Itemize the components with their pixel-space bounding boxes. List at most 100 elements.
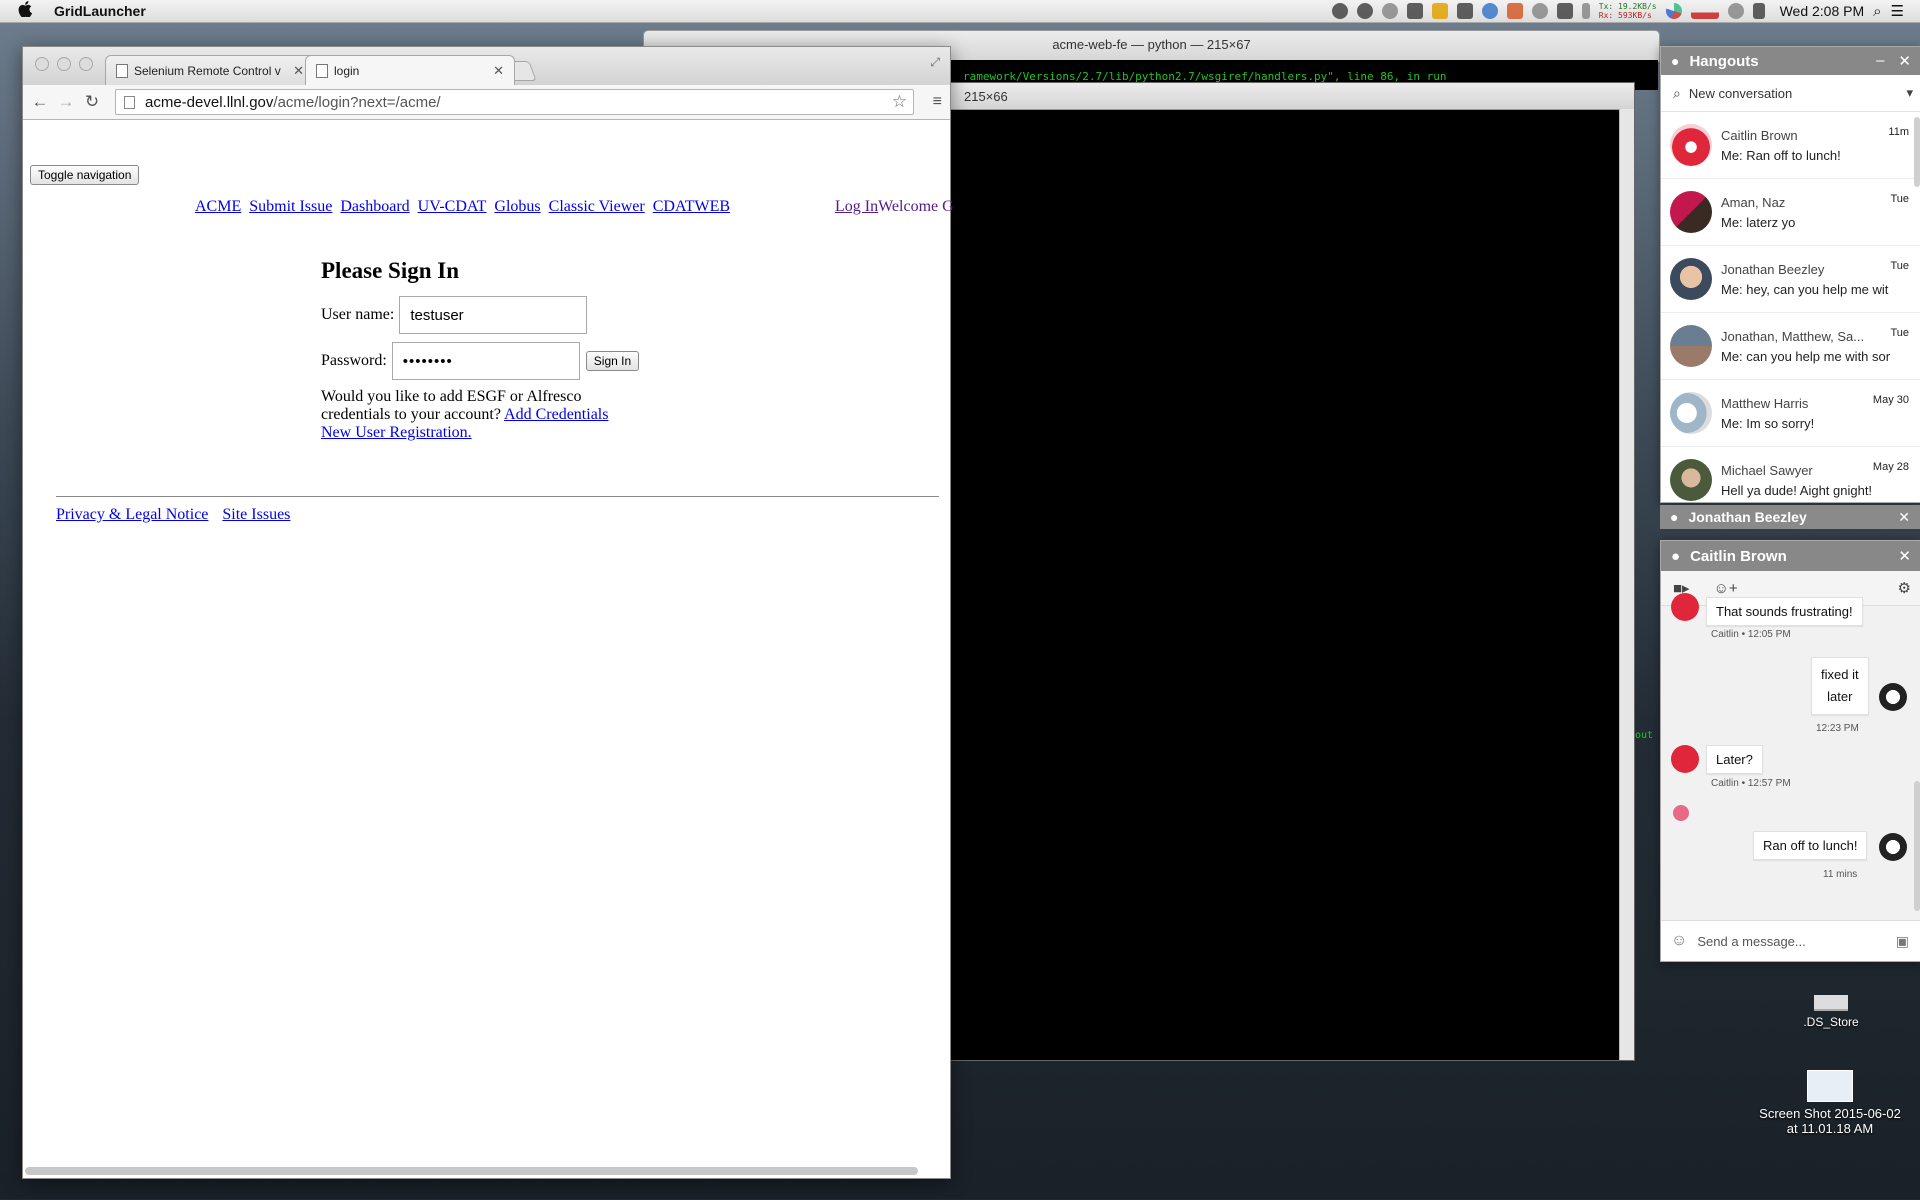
conversation-item[interactable]: Matthew Harris Me: Im so sorry! May 30	[1661, 380, 1920, 447]
nav-link-globus[interactable]: Globus	[494, 198, 540, 215]
chat-title: Caitlin Brown	[1690, 547, 1787, 565]
toggle-navigation-button[interactable]: Toggle navigation	[30, 165, 140, 185]
gear-icon[interactable]: ⚙	[1898, 579, 1911, 597]
nav-link-acme[interactable]: ACME	[195, 198, 241, 215]
nav-link-cdatweb[interactable]: CDATWEB	[653, 198, 730, 215]
add-person-icon[interactable]: ☺+	[1714, 580, 1738, 597]
password-input[interactable]	[391, 342, 580, 380]
minimize-icon[interactable]: –	[1876, 52, 1884, 70]
terminal-window-front[interactable]: 215×66	[935, 82, 1635, 1061]
sign-in-button[interactable]: Sign In	[585, 351, 640, 371]
notification-bell-icon[interactable]	[1381, 3, 1398, 19]
close-window-button[interactable]	[35, 57, 49, 71]
chat-window[interactable]: ● Caitlin Brown ✕ ■▸ ☺+ ⚙ That sounds fr…	[1660, 540, 1920, 962]
ds-store-label: .DS_Store	[1803, 1015, 1859, 1029]
conversation-time: Tue	[1890, 327, 1909, 339]
add-credentials-link[interactable]: Add Credentials	[504, 406, 608, 423]
hangouts-scrollbar[interactable]	[1914, 117, 1920, 187]
new-user-registration-link[interactable]: New User Registration.	[321, 424, 472, 441]
close-icon[interactable]: ✕	[1898, 52, 1911, 70]
time-machine-icon[interactable]	[1727, 3, 1744, 19]
new-conversation-search[interactable]: ⌕ New conversation ▾	[1661, 75, 1920, 112]
close-icon[interactable]: ✕	[1898, 509, 1910, 526]
username-input[interactable]	[399, 296, 588, 334]
chat-message: Later?	[1706, 745, 1763, 774]
nav-link-submit-issue[interactable]: Submit Issue	[249, 198, 332, 215]
terminal-scrollbar[interactable]	[1619, 109, 1634, 1060]
desktop-screenshot-file[interactable]: Screen Shot 2015-06-02 at 11.01.18 AM	[1745, 1070, 1915, 1136]
hangouts-menu-icon[interactable]	[1356, 3, 1373, 19]
terminal-titlebar[interactable]: 215×66	[936, 83, 1634, 110]
nav-link-uv-cdat[interactable]: UV-CDAT	[418, 198, 487, 215]
nav-link-dashboard[interactable]: Dashboard	[340, 198, 409, 215]
browser-window[interactable]: Selenium Remote Control v ✕ login ✕ ⤢ ← …	[22, 46, 954, 1179]
conversation-item[interactable]: Jonathan, Matthew, Sa... Me: can you hel…	[1661, 313, 1920, 380]
tab-login[interactable]: login ✕	[305, 55, 515, 85]
search-icon: ⌕	[1673, 84, 1681, 101]
close-tab-icon[interactable]: ✕	[493, 63, 504, 79]
privacy-legal-link[interactable]: Privacy & Legal Notice	[56, 506, 208, 523]
site-issues-link[interactable]: Site Issues	[222, 506, 290, 523]
new-conversation-label[interactable]: New conversation	[1689, 86, 1792, 101]
desktop-ds-store[interactable]: .DS_Store	[1766, 995, 1896, 1029]
image-attach-icon[interactable]: ▣	[1896, 933, 1909, 950]
minimized-chat-bar[interactable]: ● Jonathan Beezley ✕	[1660, 505, 1920, 529]
apple-menu-icon[interactable]	[18, 1, 40, 21]
chat-message: That sounds frustrating!	[1706, 597, 1863, 626]
cpu-pie-icon[interactable]	[1665, 3, 1682, 19]
conversation-item[interactable]: Jonathan Beezley Me: hey, can you help m…	[1661, 246, 1920, 313]
status-icon-1[interactable]	[1331, 3, 1348, 19]
conversation-item[interactable]: Aman, Naz Me: laterz yo Tue	[1661, 179, 1920, 246]
conversation-time: May 30	[1872, 394, 1909, 406]
chrome-menu-icon[interactable]: ≡	[933, 93, 942, 111]
notification-center-icon[interactable]: ☰	[1891, 2, 1904, 20]
volume-icon[interactable]	[1752, 3, 1765, 19]
main-nav: ACME Submit Issue Dashboard UV-CDAT Glob…	[195, 198, 734, 216]
welcome-text: Welcome G	[878, 198, 954, 215]
close-tab-icon[interactable]: ✕	[293, 63, 304, 79]
conversation-time: Tue	[1890, 193, 1909, 205]
check-icon[interactable]	[1431, 3, 1448, 19]
page-info-icon[interactable]	[124, 95, 135, 109]
minimize-window-button[interactable]	[57, 57, 71, 71]
hangouts-window[interactable]: ● Hangouts – ✕ ⌕ New conversation ▾ Cait…	[1660, 46, 1920, 503]
bookmark-star-icon[interactable]: ☆	[892, 92, 907, 112]
reload-icon[interactable]: ↻	[79, 92, 105, 112]
activity-graph-icon[interactable]	[1690, 3, 1719, 19]
user-nav: Log InWelcome G	[835, 198, 954, 216]
page-icon	[116, 63, 128, 78]
horizontal-scrollbar[interactable]	[25, 1167, 918, 1175]
active-app-name[interactable]: GridLauncher	[54, 3, 146, 19]
close-icon[interactable]: ✕	[1898, 547, 1911, 565]
login-link[interactable]: Log In	[835, 198, 878, 215]
sync-icon[interactable]	[1531, 3, 1548, 19]
chat-scrollbar[interactable]	[1914, 781, 1920, 911]
menu-clock[interactable]: Wed 2:08 PM	[1780, 3, 1865, 19]
tab-label: login	[334, 63, 360, 78]
app-status-icon[interactable]	[1406, 3, 1423, 19]
x-status-icon[interactable]	[1506, 3, 1523, 19]
zoom-window-button[interactable]	[79, 57, 93, 71]
tool-icon[interactable]	[1456, 3, 1473, 19]
tab-selenium[interactable]: Selenium Remote Control v ✕	[105, 55, 315, 85]
conversation-item[interactable]: Michael Sawyer Hell ya dude! Aight gnigh…	[1661, 447, 1920, 513]
nav-link-classic-viewer[interactable]: Classic Viewer	[549, 198, 645, 215]
grid-icon[interactable]	[1556, 3, 1573, 19]
emoji-icon[interactable]: ☺	[1671, 932, 1687, 950]
hangouts-header[interactable]: ● Hangouts – ✕	[1661, 47, 1920, 75]
message-input[interactable]: Send a message...	[1697, 934, 1805, 949]
dropdown-caret-icon[interactable]: ▾	[1906, 85, 1913, 101]
conversation-item[interactable]: Caitlin Brown Me: Ran off to lunch! 11m	[1661, 112, 1920, 179]
chat-input-bar[interactable]: ☺ Send a message... ▣	[1661, 920, 1920, 961]
bluetooth-icon[interactable]	[1581, 3, 1590, 19]
spotlight-search-icon[interactable]: ⌕	[1873, 3, 1881, 20]
chrome-status-icon[interactable]	[1481, 3, 1498, 19]
forward-icon[interactable]: →	[53, 92, 79, 112]
address-bar[interactable]: acme-devel.llnl.gov/acme/login?next=/acm…	[115, 89, 914, 115]
fullscreen-icon[interactable]: ⤢	[930, 55, 940, 70]
avatar	[1670, 258, 1712, 300]
back-icon[interactable]: ←	[27, 92, 53, 112]
tab-bar[interactable]: Selenium Remote Control v ✕ login ✕ ⤢	[23, 47, 950, 85]
avatar	[1671, 745, 1699, 773]
chat-header[interactable]: ● Caitlin Brown ✕	[1661, 541, 1920, 571]
